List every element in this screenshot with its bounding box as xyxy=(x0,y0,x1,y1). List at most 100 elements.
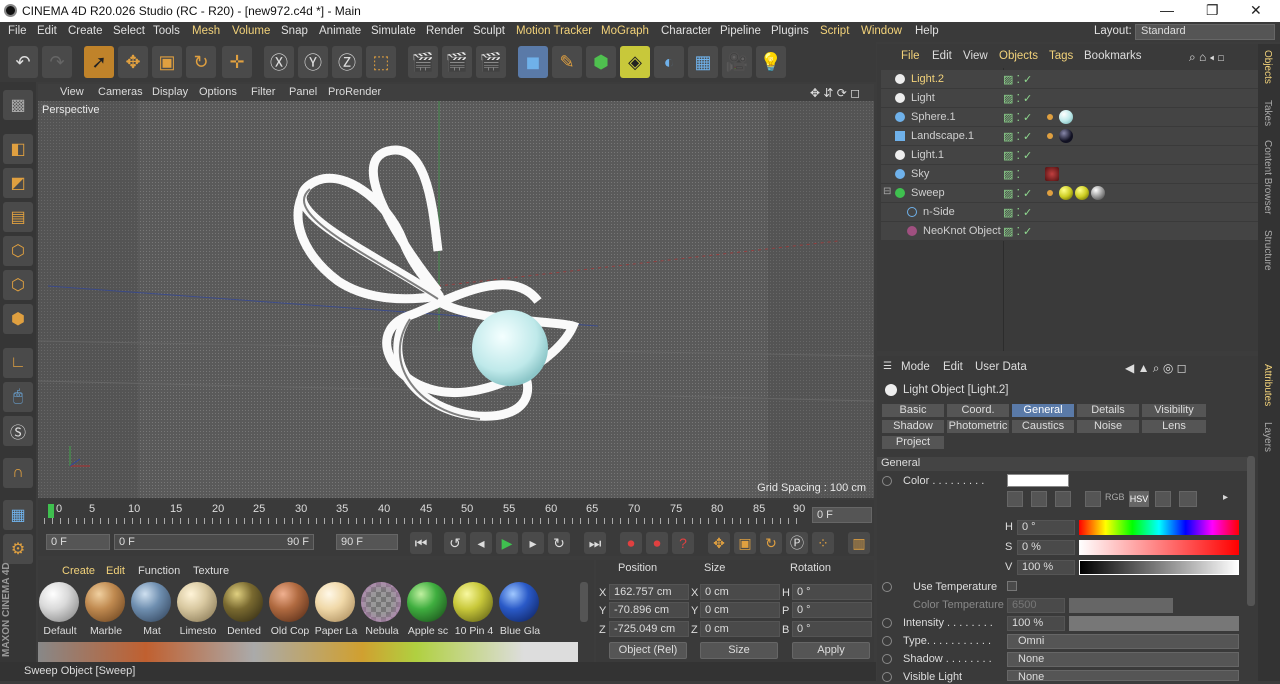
menu-edit[interactable]: Edit xyxy=(37,25,57,37)
timeline-window-icon[interactable]: ▥ xyxy=(848,532,870,554)
object-row-landscape1[interactable]: Landscape.1 ▨ ⁚ ✓ xyxy=(881,127,1261,146)
menu-simulate[interactable]: Simulate xyxy=(371,25,416,37)
mixer-mode-icon[interactable] xyxy=(1179,491,1197,507)
z-axis-lock-icon[interactable]: Ⓩ xyxy=(332,46,362,78)
object-row-sky[interactable]: Sky ▨ ⁚ xyxy=(881,165,1261,184)
record-icon[interactable]: ⏺ xyxy=(620,532,642,554)
tab-visibility[interactable]: Visibility xyxy=(1141,403,1207,418)
mat-menu-edit[interactable]: Edit xyxy=(106,565,125,577)
visibility-toggle[interactable]: ▨ ⁚ ✓ xyxy=(1003,187,1032,200)
collapse-icon[interactable]: ⊟ xyxy=(883,186,891,197)
size-x-field[interactable]: 0 cm xyxy=(700,584,780,600)
tab-structure[interactable]: Structure xyxy=(1262,230,1273,271)
next-frame-icon[interactable]: ▸ xyxy=(522,532,544,554)
viewport-move-icon[interactable]: ✥ ⇵ ⟳ ◻ xyxy=(810,86,860,100)
rotation-b-field[interactable]: 0 ° xyxy=(792,621,872,637)
material-item[interactable]: Blue Gla xyxy=(498,582,540,640)
tab-details[interactable]: Details xyxy=(1076,403,1140,418)
tab-lens[interactable]: Lens xyxy=(1141,419,1207,434)
tab-attributes[interactable]: Attributes xyxy=(1262,364,1273,406)
edges-mode-icon[interactable]: ⬡ xyxy=(3,270,33,300)
minimize-icon[interactable]: — xyxy=(1160,2,1174,18)
value-slider[interactable] xyxy=(1079,560,1239,575)
am-nav-icons[interactable]: ◀ ▲ ⌕ ◎ ◻ xyxy=(1125,361,1187,376)
tab-general[interactable]: General xyxy=(1011,403,1075,418)
material-item[interactable]: Marble xyxy=(84,582,126,640)
intensity-slider[interactable] xyxy=(1069,616,1239,631)
menu-file[interactable]: File xyxy=(8,25,27,37)
go-to-start-icon[interactable]: ⏮ xyxy=(410,532,432,554)
visibility-toggle[interactable]: ▨ ⁚ ✓ xyxy=(1003,206,1032,219)
picture-mode-icon[interactable] xyxy=(1055,491,1071,507)
color-animate-icon[interactable] xyxy=(882,476,892,486)
start-frame-field[interactable]: 0 F xyxy=(46,534,110,550)
material-row-2[interactable] xyxy=(38,642,578,662)
close-icon[interactable]: ✕ xyxy=(1250,2,1262,19)
phong-tag-icon[interactable] xyxy=(1047,133,1053,139)
key-parameter-icon[interactable]: Ⓟ xyxy=(786,532,808,554)
camera-icon[interactable]: 🎥 xyxy=(722,46,752,78)
tab-layers[interactable]: Layers xyxy=(1262,422,1273,452)
vp-menu-view[interactable]: View xyxy=(60,86,84,98)
end-frame-field[interactable]: 90 F xyxy=(336,534,398,550)
type-animate-icon[interactable] xyxy=(882,636,892,646)
intensity-animate-icon[interactable] xyxy=(882,618,892,628)
visibility-toggle[interactable]: ▨ ⁚ ✓ xyxy=(1003,73,1032,86)
visible-light-select[interactable]: None xyxy=(1007,670,1239,683)
next-key-icon[interactable]: ↻ xyxy=(548,532,570,554)
render-view-icon[interactable]: 🎬 xyxy=(408,46,438,78)
material-item[interactable]: Dented xyxy=(222,582,264,640)
previous-frame-icon[interactable]: ◂ xyxy=(470,532,492,554)
material-item[interactable]: Limesto xyxy=(176,582,218,640)
model-mode-icon[interactable]: ◧ xyxy=(3,134,33,164)
material-item[interactable]: Mat xyxy=(130,582,172,640)
position-y-field[interactable]: -70.896 cm xyxy=(609,602,689,618)
tab-photometric[interactable]: Photometric xyxy=(946,419,1010,434)
om-menu-tags[interactable]: Tags xyxy=(1049,50,1073,62)
key-position-icon[interactable]: ✥ xyxy=(708,532,730,554)
menu-render[interactable]: Render xyxy=(426,25,464,37)
material-tag-icon[interactable] xyxy=(1059,129,1073,143)
menu-select[interactable]: Select xyxy=(113,25,145,37)
om-search-icon[interactable]: ⌕ ⌂ ◂ ◻ xyxy=(1189,50,1224,65)
menu-window[interactable]: Window xyxy=(861,25,902,37)
restore-icon[interactable]: ❐ xyxy=(1206,2,1219,19)
key-rotation-icon[interactable]: ↻ xyxy=(760,532,782,554)
menu-animate[interactable]: Animate xyxy=(319,25,361,37)
hue-field[interactable]: 0 ° xyxy=(1017,520,1075,535)
material-tag-icon[interactable] xyxy=(1059,110,1073,124)
material-tag-icon[interactable] xyxy=(1045,167,1059,181)
mat-menu-function[interactable]: Function xyxy=(138,565,180,577)
om-menu-objects[interactable]: Objects xyxy=(999,50,1038,62)
points-mode-icon[interactable]: ⬡ xyxy=(3,236,33,266)
hue-slider[interactable] xyxy=(1079,520,1239,535)
saturation-field[interactable]: 0 % xyxy=(1017,540,1075,555)
vp-menu-cameras[interactable]: Cameras xyxy=(98,86,143,98)
menu-volume[interactable]: Volume xyxy=(232,25,270,37)
mat-menu-create[interactable]: Create xyxy=(62,565,95,577)
texture-mode-icon[interactable]: ◩ xyxy=(3,168,33,198)
timeline-ruler[interactable]: 0 5 10 15 20 25 30 35 40 45 50 55 60 65 … xyxy=(38,500,874,530)
menu-character[interactable]: Character xyxy=(661,25,712,37)
material-item[interactable]: Nebula xyxy=(360,582,402,640)
visibility-toggle[interactable]: ▨ ⁚ ✓ xyxy=(1003,111,1032,124)
phong-tag-icon[interactable] xyxy=(1047,190,1053,196)
rotate-icon[interactable]: ↻ xyxy=(186,46,216,78)
vp-menu-panel[interactable]: Panel xyxy=(289,86,317,98)
transform-icon[interactable]: ✛ xyxy=(222,46,252,78)
material-item[interactable]: Old Cop xyxy=(268,582,310,640)
object-row-light[interactable]: Light ▨ ⁚ ✓ xyxy=(881,89,1261,108)
tab-content-browser[interactable]: Content Browser xyxy=(1262,140,1273,214)
intensity-field[interactable]: 100 % xyxy=(1007,616,1065,631)
polygons-mode-icon[interactable]: ⬢ xyxy=(3,304,33,334)
subdivision-icon[interactable]: ⬢ xyxy=(586,46,616,78)
visibility-toggle[interactable]: ▨ ⁚ ✓ xyxy=(1003,92,1032,105)
menu-mograph[interactable]: MoGraph xyxy=(601,25,649,37)
color-wheel-mode-icon[interactable] xyxy=(1007,491,1023,507)
om-menu-view[interactable]: View xyxy=(963,50,988,62)
menu-motion-tracker[interactable]: Motion Tracker xyxy=(516,25,592,37)
key-scale-icon[interactable]: ▣ xyxy=(734,532,756,554)
coordinate-system-icon[interactable]: ⬚ xyxy=(366,46,396,78)
snap-icon[interactable]: Ⓢ xyxy=(3,416,33,446)
undo-icon[interactable]: ↶ xyxy=(8,46,38,78)
